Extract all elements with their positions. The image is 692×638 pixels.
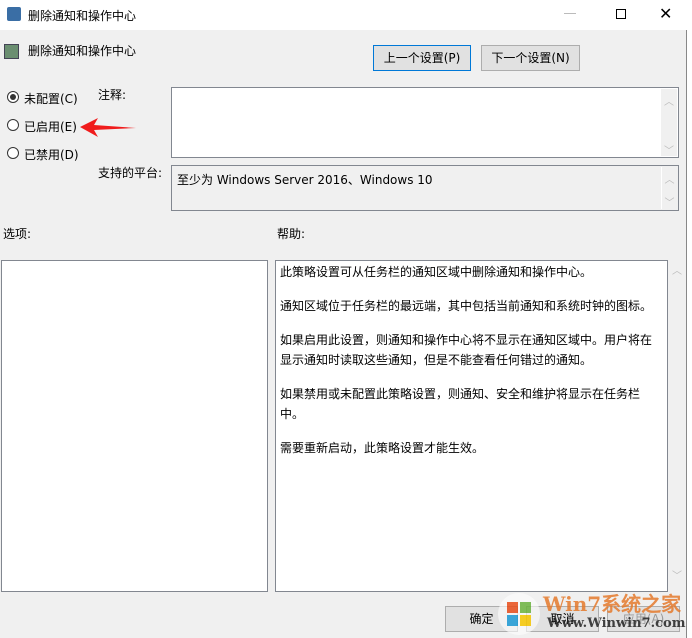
help-paragraph: 如果启用此设置，则通知和操作中心将不显示在通知区域中。用户将在显示通知时读取这些…	[280, 333, 653, 367]
comment-scrollbar[interactable]: ︿ ﹀	[661, 89, 677, 157]
comment-label: 注释:	[98, 88, 127, 102]
radio-disabled-label[interactable]: 已禁用(D)	[24, 146, 79, 163]
prev-setting-button[interactable]: 上一个设置(P)	[373, 45, 471, 71]
app-icon	[7, 7, 21, 21]
windows-logo-icon	[498, 593, 540, 635]
help-scrollbar[interactable]: ︿ ﹀	[669, 262, 685, 592]
help-paragraph: 通知区域位于任务栏的最远端，其中包括当前通知和系统时钟的图标。	[280, 299, 653, 313]
help-label: 帮助:	[277, 227, 306, 241]
policy-dialog: 删除通知和操作中心 ✕ 删除通知和操作中心 上一个设置(P) 下一个设置(N) …	[0, 0, 687, 638]
help-pane: 此策略设置可从任务栏的通知区域中删除通知和操作中心。 通知区域位于任务栏的最远端…	[275, 260, 668, 592]
close-button[interactable]: ✕	[659, 4, 672, 23]
radio-not-configured[interactable]	[7, 91, 19, 103]
policy-title: 删除通知和操作中心	[28, 44, 137, 58]
minimize-button[interactable]	[564, 13, 576, 14]
radio-disabled[interactable]	[7, 147, 19, 159]
help-paragraph: 如果禁用或未配置此策略设置，则通知、安全和维护将显示在任务栏中。	[280, 387, 641, 421]
watermark-url: Www.Winwin7.com	[547, 616, 686, 631]
options-pane	[1, 260, 268, 592]
red-arrow-annotation	[80, 118, 136, 137]
options-label: 选项:	[3, 227, 32, 241]
watermark-title: Win7系统之家	[543, 592, 682, 616]
platform-scrollbar[interactable]: ︿ ﹀	[661, 167, 677, 209]
policy-icon	[4, 44, 19, 59]
platform-label: 支持的平台:	[98, 166, 163, 180]
watermark: Win7系统之家 Www.Winwin7.com	[495, 588, 685, 638]
next-setting-button[interactable]: 下一个设置(N)	[481, 45, 580, 71]
comment-textarea[interactable]: ︿ ﹀	[171, 87, 679, 158]
radio-not-configured-label[interactable]: 未配置(C)	[24, 90, 78, 107]
radio-enabled-label[interactable]: 已启用(E)	[24, 118, 77, 135]
radio-enabled[interactable]	[7, 119, 19, 131]
help-paragraph: 需要重新启动，此策略设置才能生效。	[280, 441, 485, 455]
window-title: 删除通知和操作中心	[28, 9, 137, 23]
maximize-button[interactable]	[616, 9, 626, 19]
title-bar: 删除通知和操作中心 ✕	[0, 0, 687, 30]
platform-field: 至少为 Windows Server 2016、Windows 10 ︿ ﹀	[171, 165, 679, 211]
platform-value: 至少为 Windows Server 2016、Windows 10	[177, 173, 433, 187]
help-paragraph: 此策略设置可从任务栏的通知区域中删除通知和操作中心。	[280, 265, 593, 279]
